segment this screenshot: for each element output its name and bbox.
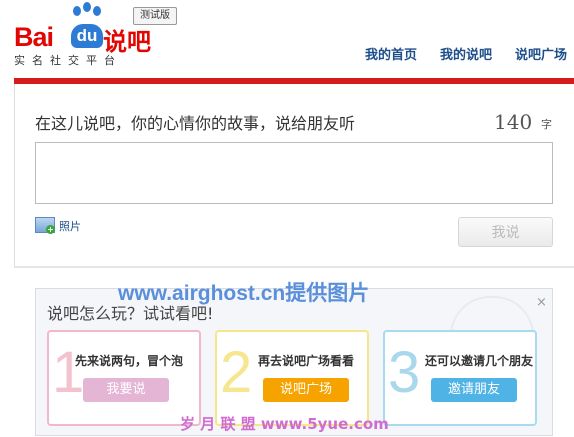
close-icon[interactable]: × <box>536 295 547 310</box>
paw-print-icon <box>73 6 81 16</box>
step-text-1: 先来说两句，冒个泡 <box>75 354 184 368</box>
char-count: 140 <box>494 110 533 134</box>
composer-prompt: 在这儿说吧，你的心情你的故事，说给朋友听 <box>35 114 356 133</box>
post-button[interactable]: 我说 <box>458 217 553 247</box>
paw-print-icon <box>93 6 101 16</box>
step-number-3: 3 <box>388 340 421 405</box>
say-something-button[interactable]: 我要说 <box>83 378 169 402</box>
plus-icon: + <box>46 225 55 234</box>
char-count-unit: 字 <box>541 118 552 131</box>
nav-shuoba-square[interactable]: 说吧广场 <box>515 44 567 63</box>
step-number-2: 2 <box>220 340 253 405</box>
watermark-bottom: 岁 月 联 盟 www.5yue.com <box>180 415 389 433</box>
step-number-1: 1 <box>52 340 85 405</box>
shuoba-square-button[interactable]: 说吧广场 <box>263 378 349 402</box>
post-textarea[interactable] <box>35 142 553 204</box>
logo-text-bai: Bai <box>14 22 54 52</box>
step-text-3: 还可以邀请几个朋友 <box>425 354 534 368</box>
step-text-2: 再去说吧广场看看 <box>258 354 355 368</box>
nav-my-home[interactable]: 我的首页 <box>365 44 417 63</box>
logo-text-du: du <box>71 24 103 48</box>
divider <box>14 266 574 268</box>
invite-friends-button[interactable]: 邀请朋友 <box>431 378 517 402</box>
nav-my-shuoba[interactable]: 我的说吧 <box>440 44 492 63</box>
logo-subtitle: 实名社交平台 <box>14 54 122 67</box>
photo-link[interactable]: 照片 <box>59 218 81 234</box>
paw-print-icon <box>83 2 91 12</box>
beta-badge: 测试版 <box>133 7 177 25</box>
watermark-top: www.airghost.cn提供图片 <box>118 282 370 305</box>
